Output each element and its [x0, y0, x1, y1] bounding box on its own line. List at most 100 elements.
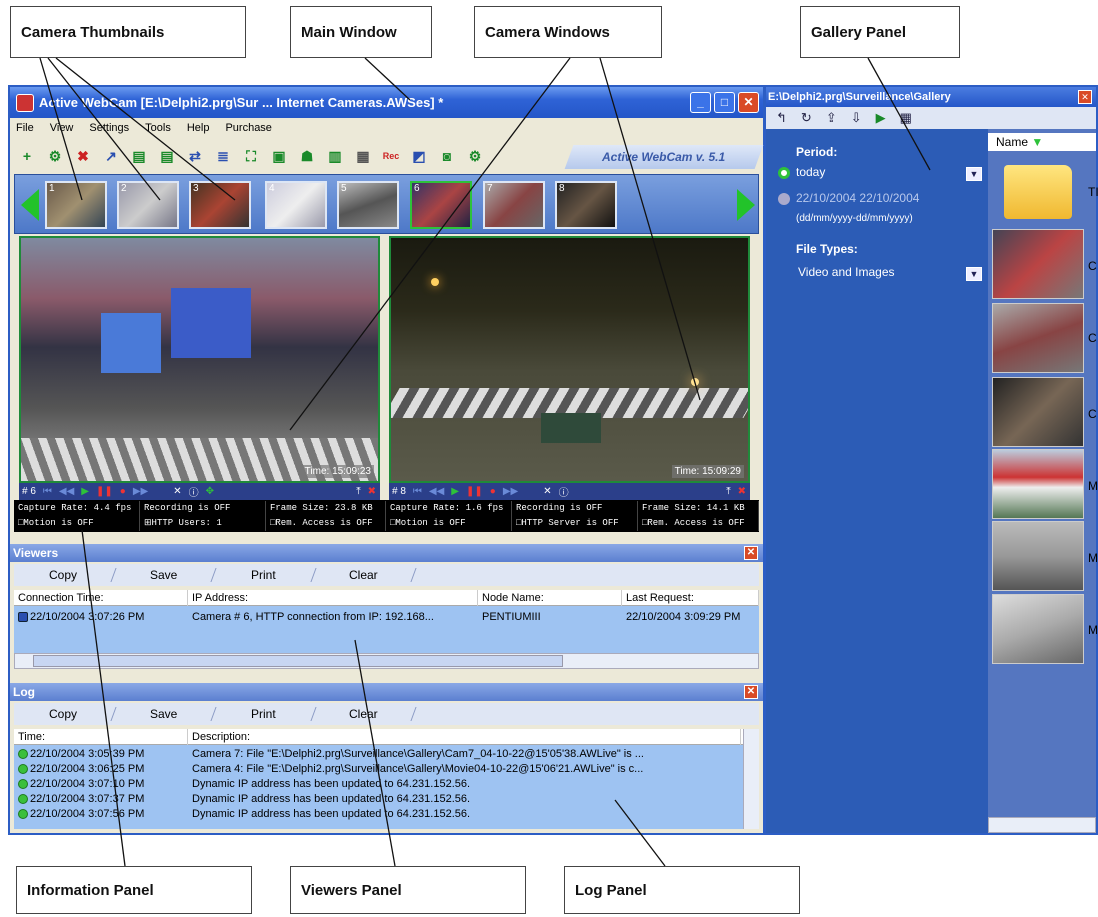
log-clear-button[interactable]: Clear — [311, 707, 417, 721]
step-back-icon[interactable]: ◀◀ — [59, 486, 74, 497]
gallery-file-thumbnail[interactable] — [992, 449, 1084, 519]
log-row[interactable]: 22/10/2004 3:07:37 PM Dynamic IP address … — [14, 792, 759, 807]
name-column-header[interactable]: Name ▼ — [988, 133, 1096, 151]
fullscreen-icon[interactable]: ⛶ — [240, 145, 262, 167]
tools-icon[interactable]: ✕ — [543, 486, 551, 497]
minimize-button[interactable]: _ — [690, 92, 711, 113]
log-row[interactable]: 22/10/2004 3:07:56 PM Dynamic IP address … — [14, 807, 759, 822]
list-icon[interactable]: ≣ — [212, 145, 234, 167]
log-copy-button[interactable]: Copy — [11, 707, 117, 721]
camera-thumbnail[interactable]: 3 — [189, 181, 251, 229]
log-row[interactable]: 22/10/2004 3:07:10 PM Dynamic IP address … — [14, 777, 759, 792]
col-connection-time[interactable]: Connection Time: — [14, 590, 188, 606]
rewind-icon[interactable]: ⏮ — [43, 486, 52, 497]
gallery-file-thumbnail[interactable] — [992, 594, 1084, 664]
menu-tools[interactable]: Tools — [145, 122, 171, 134]
close-gallery-icon[interactable]: ✕ — [1078, 90, 1092, 104]
play-icon[interactable]: ▶ — [876, 110, 886, 126]
file-types-dropdown-icon[interactable]: ▼ — [966, 267, 982, 281]
pause-icon[interactable]: ❚❚ — [466, 486, 483, 497]
play-icon[interactable]: ▶ — [81, 486, 89, 497]
camera-thumbnail[interactable]: 1 — [45, 181, 107, 229]
snapshot-icon[interactable]: ◩ — [408, 145, 430, 167]
close-button[interactable]: ✕ — [738, 92, 759, 113]
camera-window-6[interactable]: Time: 15:09:23 — [19, 236, 380, 483]
gallery-horizontal-scrollbar[interactable] — [988, 817, 1096, 833]
viewers-print-button[interactable]: Print — [211, 568, 317, 582]
view-mode-icon[interactable]: ▦ — [900, 110, 912, 126]
viewers-save-button[interactable]: Save — [111, 568, 217, 582]
camera-thumbnail-selected[interactable]: 6 — [410, 181, 472, 229]
folder-icon[interactable] — [1004, 165, 1072, 219]
info-icon[interactable]: ⓘ — [189, 484, 199, 499]
log-save-button[interactable]: Save — [111, 707, 217, 721]
scroll-left-arrow-icon[interactable] — [21, 189, 39, 221]
remove-camera-icon[interactable]: ✖ — [72, 145, 94, 167]
table-row[interactable]: 22/10/2004 3:07:26 PM Camera # 6, HTTP c… — [14, 610, 759, 625]
log-vertical-scrollbar[interactable] — [743, 729, 759, 829]
menu-view[interactable]: View — [50, 122, 74, 134]
menu-purchase[interactable]: Purchase — [225, 122, 271, 134]
close-viewers-icon[interactable]: ✕ — [744, 546, 758, 560]
log-print-button[interactable]: Print — [211, 707, 317, 721]
detach-icon[interactable]: ⤒ — [726, 486, 730, 497]
gallery-file-thumbnail[interactable] — [992, 229, 1084, 299]
main-title-bar[interactable]: Active WebCam [E:\Delphi2.prg\Sur ... In… — [10, 87, 763, 118]
camera-thumbnail[interactable]: 4 — [265, 181, 327, 229]
camera-thumbnail[interactable]: 8 — [555, 181, 617, 229]
camera-thumbnail[interactable]: 2 — [117, 181, 179, 229]
detach-icon[interactable]: ⤒ — [356, 486, 360, 497]
col-node-name[interactable]: Node Name: — [478, 590, 622, 606]
step-back-icon[interactable]: ◀◀ — [429, 486, 444, 497]
period-dropdown-icon[interactable]: ▼ — [966, 167, 982, 181]
photo-icon[interactable]: ◙ — [436, 145, 458, 167]
refresh-icon[interactable]: ↻ — [801, 110, 812, 126]
record-icon[interactable]: Rec — [380, 145, 402, 167]
ptz-icon[interactable]: ✥ — [206, 486, 214, 497]
info-icon[interactable]: ⓘ — [559, 484, 569, 499]
log-row[interactable]: 22/10/2004 3:05:39 PM Camera 7: File "E:\… — [14, 747, 759, 762]
network-icon[interactable]: ⚙ — [464, 145, 486, 167]
rewind-icon[interactable]: ⏮ — [413, 486, 422, 497]
period-today-radio[interactable] — [778, 167, 790, 179]
users-icon[interactable]: ☗ — [296, 145, 318, 167]
save-as-icon[interactable]: ▤ — [156, 145, 178, 167]
pause-icon[interactable]: ❚❚ — [96, 486, 113, 497]
col-last-request[interactable]: Last Request: — [622, 590, 759, 606]
maximize-button[interactable]: □ — [714, 92, 735, 113]
scroll-right-arrow-icon[interactable] — [737, 189, 755, 221]
camera-thumbnail[interactable]: 5 — [337, 181, 399, 229]
import-icon[interactable]: ⇪ — [826, 110, 837, 126]
close-camera-icon[interactable]: ✖ — [738, 486, 746, 497]
up-folder-icon[interactable]: ↰ — [776, 110, 787, 126]
viewers-copy-button[interactable]: Copy — [11, 568, 117, 582]
monitor-icon[interactable]: ▣ — [268, 145, 290, 167]
tools-icon[interactable]: ✕ — [173, 486, 181, 497]
period-range-radio[interactable] — [778, 193, 790, 205]
web-icon[interactable]: ▦ — [352, 145, 374, 167]
col-time[interactable]: Time: — [14, 729, 188, 745]
open-icon[interactable]: ↗ — [100, 145, 122, 167]
export-icon[interactable]: ⇩ — [851, 110, 862, 126]
camera-thumbnail[interactable]: 7 — [483, 181, 545, 229]
close-log-icon[interactable]: ✕ — [744, 685, 758, 699]
col-description[interactable]: Description: — [188, 729, 741, 745]
menu-settings[interactable]: Settings — [89, 122, 129, 134]
add-camera-icon[interactable]: + — [16, 145, 38, 167]
camera-window-8[interactable]: Time: 15:09:29 — [389, 236, 750, 483]
document-icon[interactable]: ▥ — [324, 145, 346, 167]
col-ip-address[interactable]: IP Address: — [188, 590, 478, 606]
save-icon[interactable]: ▤ — [128, 145, 150, 167]
menu-file[interactable]: File — [16, 122, 34, 134]
step-forward-icon[interactable]: ▶▶ — [503, 486, 518, 497]
record-dot-icon[interactable]: ● — [120, 486, 126, 497]
switch-icon[interactable]: ⇄ — [184, 145, 206, 167]
step-forward-icon[interactable]: ▶▶ — [133, 486, 148, 497]
close-camera-icon[interactable]: ✖ — [368, 486, 376, 497]
record-dot-icon[interactable]: ● — [490, 486, 496, 497]
camera-settings-icon[interactable]: ⚙ — [44, 145, 66, 167]
gallery-file-thumbnail[interactable] — [992, 303, 1084, 373]
gallery-file-thumbnail[interactable] — [992, 377, 1084, 447]
viewers-horizontal-scrollbar[interactable] — [14, 653, 759, 669]
menu-help[interactable]: Help — [187, 122, 210, 134]
